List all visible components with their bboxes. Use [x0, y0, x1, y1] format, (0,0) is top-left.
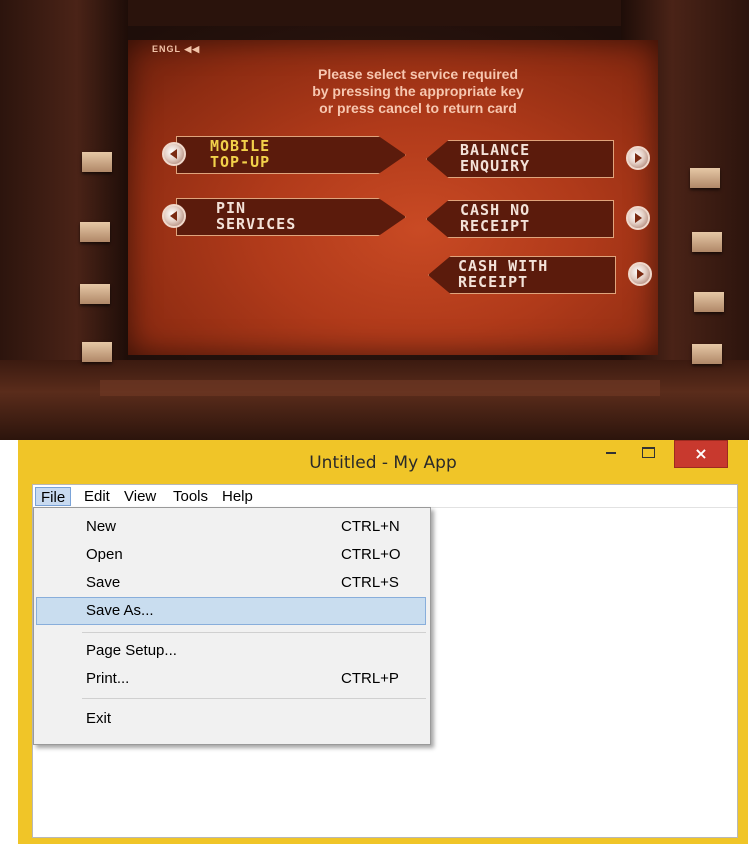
menu-item-label: Save As...	[86, 602, 154, 619]
atm-option-label: PIN SERVICES	[216, 199, 297, 233]
menu-bar: File Edit View Tools Help	[33, 485, 737, 508]
atm-left-key-1	[82, 152, 112, 172]
menu-item-label: Open	[86, 546, 123, 563]
close-button[interactable]: ×	[674, 440, 728, 468]
atm-option-label: BALANCE ENQUIRY	[460, 141, 531, 175]
atm-prompt: Please select service required by pressi…	[312, 66, 524, 116]
menu-item-shortcut: CTRL+O	[341, 546, 401, 563]
atm-left-key-3	[80, 284, 110, 304]
menu-item-label: New	[86, 518, 117, 535]
atm-corner-text: ENGL ◀◀	[152, 44, 201, 54]
menu-help[interactable]: Help	[217, 487, 258, 506]
maximize-button[interactable]	[628, 440, 668, 468]
menu-edit[interactable]: Edit	[79, 487, 115, 506]
client-area[interactable]: File Edit View Tools Help New CTRL+N Ope…	[32, 484, 738, 838]
title-bar[interactable]: Untitled - My App ×	[18, 440, 748, 484]
atm-left-key-4	[82, 342, 112, 362]
menu-view[interactable]: View	[119, 487, 161, 506]
atm-option-label: MOBILE TOP-UP	[210, 137, 271, 171]
atm-option-mobile-topup: MOBILE TOP-UP	[146, 134, 406, 174]
menu-item-label: Save	[86, 574, 121, 591]
menu-item-page-setup[interactable]: Page Setup...	[34, 637, 430, 665]
atm-option-label: CASH WITH RECEIPT	[458, 257, 549, 291]
menu-item-save[interactable]: Save CTRL+S	[34, 569, 430, 597]
atm-option-balance-enquiry: BALANCE ENQUIRY	[426, 138, 660, 178]
file-menu-dropdown: New CTRL+N Open CTRL+O Save CTRL+S Save …	[33, 507, 431, 745]
atm-right-key-2	[692, 232, 722, 252]
left-arrow-icon	[162, 204, 186, 228]
menu-item-open[interactable]: Open CTRL+O	[34, 541, 430, 569]
menu-item-exit[interactable]: Exit	[34, 705, 430, 733]
atm-option-pin-services: PIN SERVICES	[146, 196, 406, 236]
atm-right-key-4	[692, 344, 722, 364]
minimize-button[interactable]	[596, 440, 626, 468]
left-arrow-icon	[162, 142, 186, 166]
menu-separator	[82, 632, 426, 633]
menu-item-label: Exit	[86, 710, 112, 727]
atm-photo: ENGL ◀◀ Please select service required b…	[0, 0, 749, 440]
atm-shelf	[100, 380, 660, 396]
atm-screen: ENGL ◀◀ Please select service required b…	[128, 40, 658, 355]
atm-option-cash-no-receipt: CASH NO RECEIPT	[426, 198, 660, 238]
menu-file[interactable]: File	[35, 487, 72, 506]
atm-right-key-1	[690, 168, 720, 188]
menu-item-shortcut: CTRL+P	[341, 670, 399, 687]
close-icon: ×	[694, 444, 708, 463]
atm-left-key-2	[80, 222, 110, 242]
atm-option-label: CASH NO RECEIPT	[460, 201, 531, 235]
right-arrow-icon	[628, 262, 652, 286]
menu-item-label: Print...	[86, 670, 130, 687]
menu-tools[interactable]: Tools	[168, 487, 213, 506]
atm-right-key-3	[694, 292, 724, 312]
right-arrow-icon	[626, 206, 650, 230]
menu-item-new[interactable]: New CTRL+N	[34, 513, 430, 541]
atm-bottom-frame	[0, 360, 749, 440]
menu-item-label: Page Setup...	[86, 642, 177, 659]
atm-option-cash-with-receipt: CASH WITH RECEIPT	[428, 254, 662, 294]
menu-item-save-as[interactable]: Save As...	[36, 597, 426, 625]
app-window: Untitled - My App × File Edit View Tools…	[18, 440, 748, 844]
menu-item-shortcut: CTRL+S	[341, 574, 399, 591]
right-arrow-icon	[626, 146, 650, 170]
menu-item-shortcut: CTRL+N	[341, 518, 400, 535]
menu-item-print[interactable]: Print... CTRL+P	[34, 665, 430, 693]
menu-separator	[82, 698, 426, 699]
